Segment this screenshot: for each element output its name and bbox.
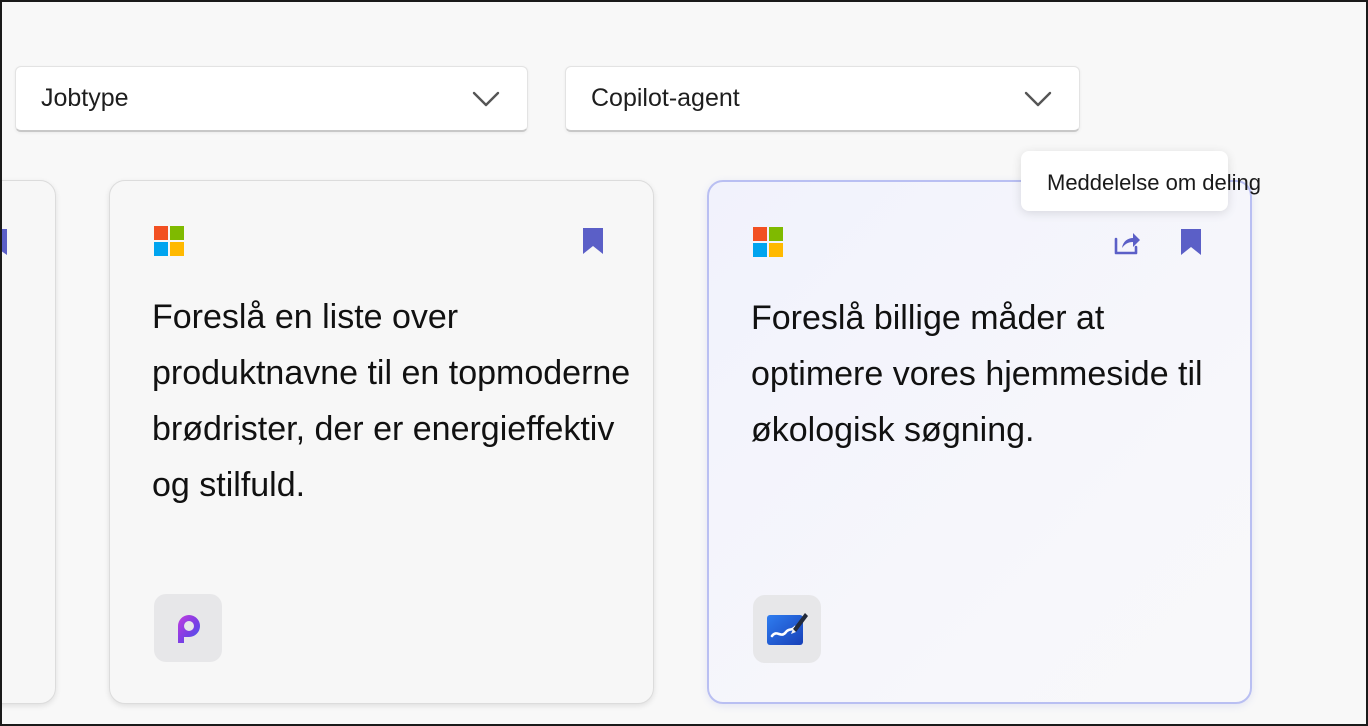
prompt-card-selected[interactable]: Foreslå billige måder at optimere vores … [707,180,1252,704]
job-type-dropdown[interactable]: Jobtype [15,66,528,132]
share-icon[interactable] [1113,230,1141,256]
microsoft-logo-icon [753,227,783,257]
copilot-agent-dropdown[interactable]: Copilot-agent [565,66,1080,132]
job-type-dropdown-label: Jobtype [41,84,129,112]
whiteboard-app-icon [753,595,821,663]
copilot-app-icon [154,594,222,662]
bookmark-icon[interactable] [0,229,7,255]
bookmark-icon[interactable] [1180,228,1202,256]
share-tooltip: Meddelelse om deling [1021,151,1261,211]
prompt-card-text: Foreslå en liste over produktnavne til e… [152,298,631,504]
prompt-card[interactable]: Foreslå en liste over produktnavne til e… [109,180,654,704]
copilot-agent-dropdown-label: Copilot-agent [591,84,740,112]
chevron-down-icon [472,91,500,106]
prompt-card-partial[interactable] [0,180,56,704]
bookmark-icon[interactable] [582,227,604,255]
prompt-card-text: Foreslå billige måder at optimere vores … [751,299,1203,449]
chevron-down-icon [1024,91,1052,106]
microsoft-logo-icon [154,226,184,256]
